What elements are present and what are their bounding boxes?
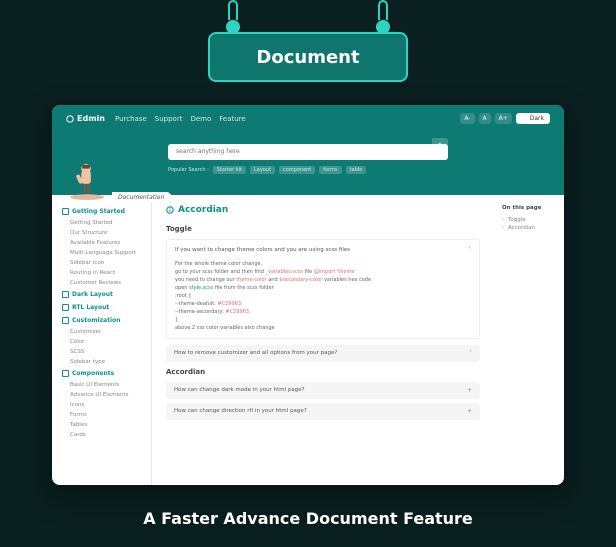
font-increase-button[interactable]: A+ <box>495 113 512 124</box>
search-icon <box>437 143 444 150</box>
plus-icon: + <box>467 408 472 415</box>
nav-feature[interactable]: Feature <box>219 115 245 123</box>
chevron-up-icon: ˄ <box>468 246 471 256</box>
dark-mode-button[interactable]: Dark <box>516 113 550 124</box>
accordion-item-open[interactable]: If you want to change theme colors and y… <box>166 239 480 339</box>
sidebar-item[interactable]: Sidebar type <box>52 357 151 367</box>
sidebar-item[interactable]: Our Structure <box>52 228 151 238</box>
main-content: Accordian Toggle If you want to change t… <box>152 195 494 485</box>
sidebar-item[interactable]: Color <box>52 337 151 347</box>
document-badge: Document <box>208 32 408 82</box>
sidebar-item[interactable]: Tables <box>52 420 151 430</box>
sidebar-item[interactable]: Customer Reviews <box>52 278 151 288</box>
accordion-item[interactable]: How can change dark mode in your html pa… <box>166 382 480 399</box>
sidebar-section-dark-layout[interactable]: Dark Layout <box>52 288 151 301</box>
browser-frame: Edmin Purchase Support Demo Feature A- A… <box>52 105 564 485</box>
accordion-item[interactable]: How can change direction rtl in your htm… <box>166 403 480 420</box>
on-this-page-title: On this page <box>502 205 556 211</box>
moon-icon <box>522 116 528 122</box>
sidebar-item[interactable]: Routing in React <box>52 268 151 278</box>
popular-tag[interactable]: forms <box>319 166 341 174</box>
popular-tag[interactable]: Starter kit <box>213 166 246 174</box>
sidebar-item[interactable]: Forms <box>52 410 151 420</box>
sidebar-item[interactable]: Available Features <box>52 238 151 248</box>
sidebar-section-rtl-layout[interactable]: RTL Layout <box>52 301 151 314</box>
sidebar-section-components[interactable]: Components <box>52 367 151 380</box>
on-this-page: On this page Toggle Accordian <box>494 195 564 485</box>
font-default-button[interactable]: A <box>479 113 491 124</box>
sidebar-item[interactable]: Icons <box>52 400 151 410</box>
app-header: Edmin Purchase Support Demo Feature A- A… <box>52 105 564 195</box>
sidebar-section-customization[interactable]: Customization <box>52 314 151 327</box>
accordion-body: For the whole theme color change, go to … <box>175 260 471 332</box>
sidebar-item[interactable]: Multi-Language Support <box>52 248 151 258</box>
nav-support[interactable]: Support <box>155 115 183 123</box>
sidebar-item[interactable]: Advance UI Elements <box>52 390 151 400</box>
top-nav: Purchase Support Demo Feature <box>115 115 246 123</box>
toc-item[interactable]: Toggle <box>502 216 556 224</box>
sidebar-item[interactable]: Getting Started <box>52 218 151 228</box>
section-toggle: Toggle <box>166 225 480 233</box>
sidebar-section-getting-started[interactable]: Getting Started <box>52 205 151 218</box>
popular-search-label: Popular Search : <box>168 167 209 173</box>
popular-tag[interactable]: table <box>346 166 367 174</box>
info-icon <box>166 206 174 214</box>
sidebar-item[interactable]: Cards <box>52 430 151 440</box>
mascot-illustration <box>68 161 106 201</box>
nav-purchase[interactable]: Purchase <box>115 115 147 123</box>
popular-tag[interactable]: Layout <box>250 166 275 174</box>
logo-icon <box>66 115 74 123</box>
logo[interactable]: Edmin <box>66 114 105 123</box>
search-input[interactable] <box>168 144 448 160</box>
page-title: Accordian <box>166 205 480 215</box>
documentation-flag: Documentation <box>112 192 174 203</box>
search-button[interactable] <box>432 138 448 154</box>
chevron-down-icon: ˅ <box>469 350 472 357</box>
toc-item[interactable]: Accordian <box>502 224 556 232</box>
sidebar-item[interactable]: Customizer <box>52 327 151 337</box>
font-decrease-button[interactable]: A- <box>460 113 474 124</box>
section-accordian: Accordian <box>166 368 480 376</box>
sidebar-item[interactable]: Sidebar icon <box>52 258 151 268</box>
plus-icon: + <box>467 387 472 394</box>
sidebar-item[interactable]: SCSS <box>52 347 151 357</box>
accordion-item[interactable]: How to remove customizer and all options… <box>166 345 480 362</box>
sidebar-item[interactable]: Basic UI Elements <box>52 380 151 390</box>
marketing-tagline: A Faster Advance Document Feature <box>0 509 616 528</box>
nav-demo[interactable]: Demo <box>190 115 211 123</box>
sidebar: Getting Started Getting Started Our Stru… <box>52 195 152 485</box>
popular-tag[interactable]: component <box>279 166 315 174</box>
